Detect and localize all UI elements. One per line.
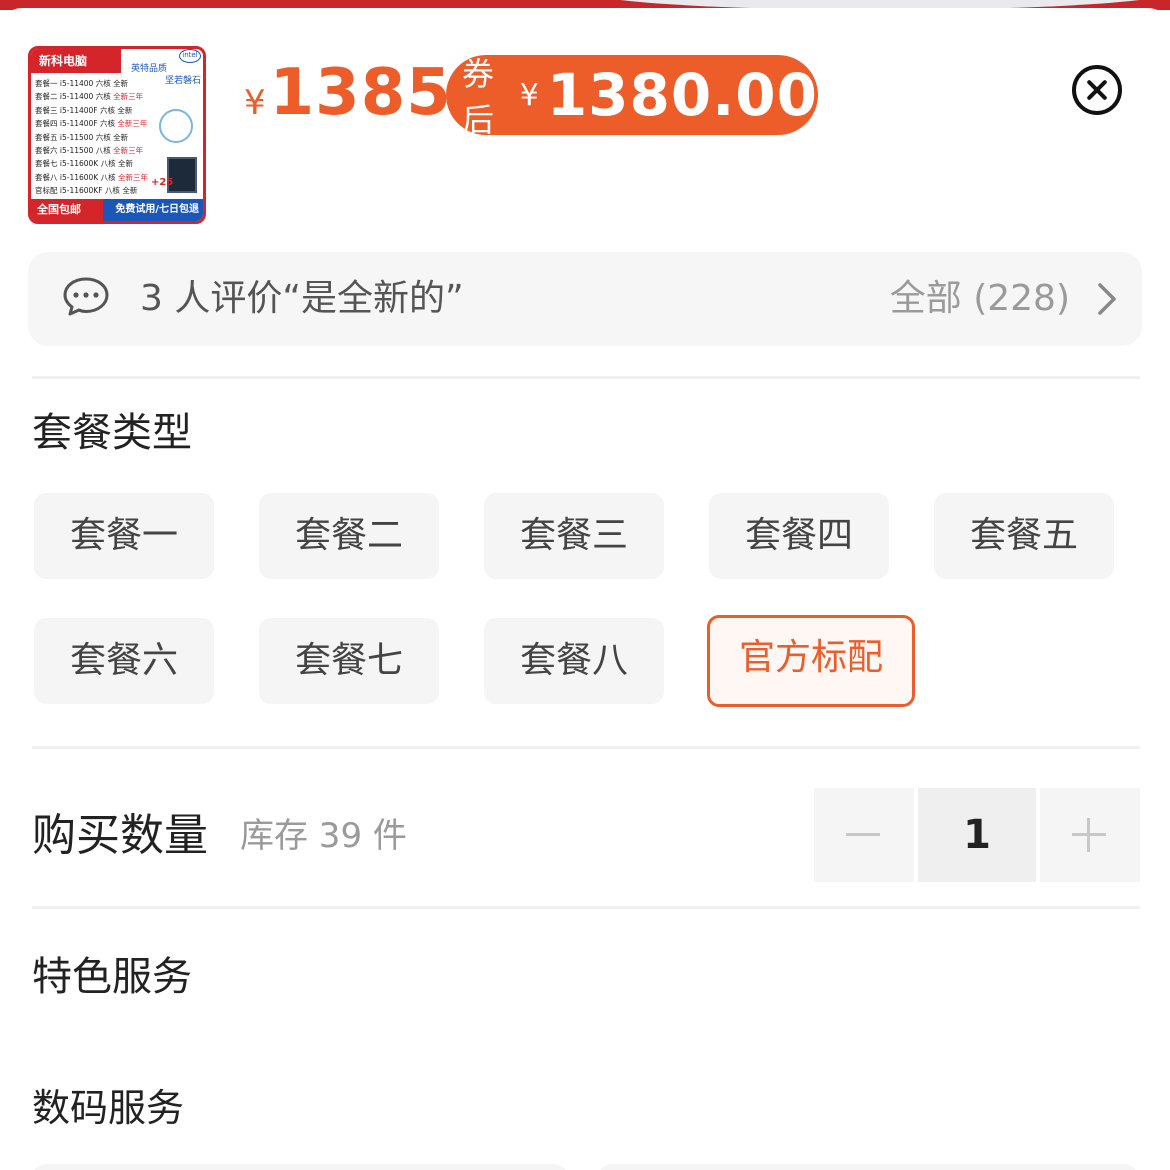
increase-button[interactable] xyxy=(1040,788,1140,882)
all-reviews-link[interactable]: 全部 (228) xyxy=(890,276,1070,322)
package-option[interactable]: 套餐六 xyxy=(34,618,214,704)
stock-count: 库存 39 件 xyxy=(240,816,407,856)
package-option[interactable]: 套餐八 xyxy=(484,618,664,704)
free-trial-label: 免费试用/七日包退 xyxy=(115,204,199,215)
thumb-line: 套餐二 i5-11400 六核 全新三年 xyxy=(35,92,144,102)
coupon-price-value: 1380.00 xyxy=(546,61,818,129)
section-divider xyxy=(32,746,1140,749)
thumb-footer: 全国包邮 免费试用/七日包退 xyxy=(31,199,203,221)
thumb-line: 套餐四 i5-11400F 六核 全新三年 xyxy=(35,119,148,129)
coupon-currency: ¥ xyxy=(519,77,539,113)
thumb-package-list: 套餐一 i5-11400 六核 全新 套餐二 i5-11400 六核 全新三年 … xyxy=(35,77,165,198)
coupon-label: 券后 xyxy=(462,55,495,139)
thumb-shop-name: 新科电脑 xyxy=(31,49,121,73)
package-option[interactable]: 套餐二 xyxy=(259,493,439,579)
service-option-card[interactable] xyxy=(32,1164,568,1170)
quantity-title: 购买数量 xyxy=(32,810,208,861)
quantity-stepper: 1 xyxy=(814,788,1140,882)
featured-services-title: 特色服务 xyxy=(32,954,192,1000)
price-value: 1385 xyxy=(269,56,452,130)
package-option[interactable]: 套餐三 xyxy=(484,493,664,579)
package-option[interactable]: 套餐一 xyxy=(34,493,214,579)
thumb-line: 官标配 i5-11600KF 八核 全新 xyxy=(35,186,138,196)
quantity-input[interactable]: 1 xyxy=(918,788,1036,882)
decrease-button[interactable] xyxy=(814,788,914,882)
intel-logo-icon: intel xyxy=(179,49,201,63)
review-summary-bar[interactable]: 3 人评价“是全新的” 全部 (228) xyxy=(28,252,1142,346)
review-highlight-text: 3 人评价“是全新的” xyxy=(140,278,464,319)
package-option-selected[interactable]: 官方标配 xyxy=(707,615,915,707)
thumb-line: 套餐五 i5-11500 六核 全新 xyxy=(35,132,129,142)
package-type-title: 套餐类型 xyxy=(32,410,192,456)
thumb-line: 套餐六 i5-11500 八核 全新三年 xyxy=(35,146,144,156)
service-option-card[interactable] xyxy=(598,1164,1138,1170)
price-currency: ¥ xyxy=(244,83,266,123)
thumb-line: 套餐三 i5-11400F 六核 全新 xyxy=(35,105,133,115)
free-shipping-label: 全国包邮 xyxy=(31,199,103,221)
warranty-seal-icon xyxy=(159,109,193,143)
sku-selection-sheet: 新科电脑 英特品质 坚若磐石 intel 套餐一 i5-11400 六核 全新 … xyxy=(0,8,1170,1170)
thumb-line: 套餐七 i5-11600K 八核 全新 xyxy=(35,159,134,169)
thumb-slogan: 英特品质 xyxy=(130,64,167,74)
product-thumbnail[interactable]: 新科电脑 英特品质 坚若磐石 intel 套餐一 i5-11400 六核 全新 … xyxy=(28,46,206,224)
comment-icon xyxy=(63,277,109,316)
section-divider xyxy=(32,376,1140,379)
thumb-line: 套餐一 i5-11400 六核 全新 xyxy=(35,79,129,88)
section-divider xyxy=(32,906,1140,909)
chevron-right-icon xyxy=(1098,283,1116,315)
digital-services-title: 数码服务 xyxy=(32,1086,185,1130)
package-option[interactable]: 套餐四 xyxy=(709,493,889,579)
package-option[interactable]: 套餐七 xyxy=(259,618,439,704)
thumb-badge: +25 xyxy=(151,177,174,188)
product-price: ¥ 1385 xyxy=(244,56,452,136)
coupon-price-badge: 券后 ¥ 1380.00 xyxy=(446,55,818,139)
thumb-line: 套餐八 i5-11600K 八核 全新三年 xyxy=(35,172,149,182)
thumb-slogan-2: 坚若磐石 xyxy=(164,76,201,86)
close-icon[interactable] xyxy=(1072,65,1122,115)
package-option[interactable]: 套餐五 xyxy=(934,493,1114,579)
